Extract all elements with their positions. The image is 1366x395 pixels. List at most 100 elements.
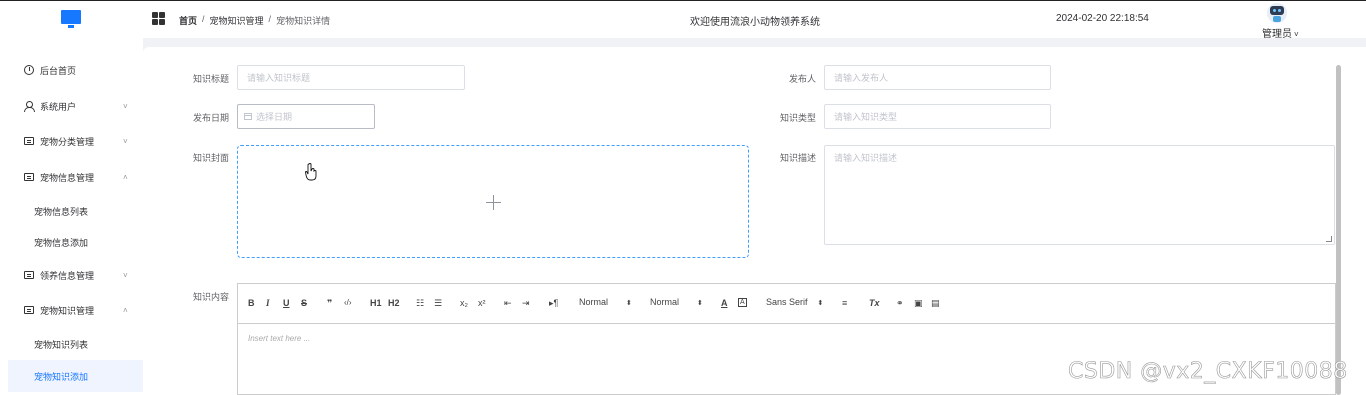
sidebar-item-label: 宠物信息管理 <box>40 172 95 183</box>
sidebar-item-label: 宠物信息列表 <box>34 206 89 217</box>
sidebar-item-label: 宠物知识列表 <box>34 339 89 350</box>
publisher-input[interactable]: 请输入发布人 <box>824 65 1051 90</box>
publisher-label: 发布人 <box>789 74 817 84</box>
size-picker[interactable]: Normal ⬍ <box>579 297 632 307</box>
user-icon <box>24 101 35 112</box>
type-placeholder: 请输入知识类型 <box>834 112 898 122</box>
sidebar-item-label: 宠物知识管理 <box>40 305 95 316</box>
video-icon[interactable]: ▤ <box>931 298 940 309</box>
card-icon <box>24 271 34 279</box>
scrollbar[interactable] <box>1336 65 1341 395</box>
desc-placeholder: 请输入知识描述 <box>834 153 898 163</box>
title-label: 知识标题 <box>193 74 230 84</box>
updown-caret-icon: ⬍ <box>697 300 703 307</box>
breadcrumb-home[interactable]: 首页 <box>179 14 197 27</box>
calendar-icon <box>244 113 252 120</box>
sidebar-item-pet-category[interactable]: 宠物分类管理 ˅ <box>0 129 143 153</box>
current-datetime: 2024-02-20 22:18:54 <box>1056 13 1149 24</box>
sidebar-item-label: 宠物知识添加 <box>34 371 89 382</box>
sidebar-item-label: 系统用户 <box>40 101 77 112</box>
underline-icon[interactable]: U <box>283 298 290 308</box>
image-icon[interactable]: ▣ <box>914 298 923 309</box>
menu-collapse-icon[interactable] <box>152 12 165 25</box>
type-label: 知识类型 <box>780 113 817 123</box>
bullet-list-icon[interactable]: ☰ <box>434 298 442 309</box>
subscript-button[interactable]: x₂ <box>460 298 468 308</box>
breadcrumb-current: 宠物知识详情 <box>276 16 331 26</box>
breadcrumb-separator: / <box>268 14 272 24</box>
card-icon <box>24 173 34 181</box>
updown-caret-icon: ⬍ <box>817 300 824 307</box>
sidebar-item-pet-info[interactable]: 宠物信息管理 ˄ <box>0 165 143 189</box>
sidebar-item-pet-info-list[interactable]: 宠物信息列表 <box>0 199 143 223</box>
chevron-down-icon: ˅ <box>123 270 128 280</box>
updown-caret-icon: ⬍ <box>626 300 632 307</box>
card-icon <box>24 306 34 314</box>
date-placeholder: 选择日期 <box>256 112 293 122</box>
plus-icon <box>486 195 501 210</box>
rtl-icon[interactable]: ▸¶ <box>549 298 558 309</box>
sidebar: 后台首页 系统用户 ˅ 宠物分类管理 ˅ 宠物信息管理 ˄ 宠物信息列表 宠物信… <box>0 38 143 395</box>
align-icon[interactable]: ≡ <box>842 298 847 308</box>
resize-handle-icon[interactable] <box>1326 236 1332 242</box>
h2-button[interactable]: H2 <box>388 298 400 308</box>
sidebar-item-system-users[interactable]: 系统用户 ˅ <box>0 94 143 118</box>
monitor-logo-icon <box>61 10 81 28</box>
welcome-text: 欢迎使用流浪小动物领养系统 <box>690 17 820 28</box>
sidebar-item-label: 后台首页 <box>40 65 77 76</box>
content-label: 知识内容 <box>193 292 230 302</box>
publisher-placeholder: 请输入发布人 <box>834 73 889 83</box>
user-name: 管理员 <box>1262 29 1292 40</box>
title-input[interactable]: 请输入知识标题 <box>237 65 465 90</box>
h1-button[interactable]: H1 <box>370 298 382 308</box>
clock-icon <box>24 65 34 75</box>
title-placeholder: 请输入知识标题 <box>247 73 311 83</box>
hand-cursor-icon <box>305 163 317 181</box>
chevron-up-icon: ˄ <box>123 172 128 182</box>
sidebar-item-pet-info-add[interactable]: 宠物信息添加 <box>0 230 143 254</box>
editor-placeholder[interactable]: Insert text here ... <box>248 334 310 343</box>
sidebar-item-label: 领养信息管理 <box>40 270 95 281</box>
desc-textarea[interactable]: 请输入知识描述 <box>824 145 1335 245</box>
card-icon <box>24 137 34 145</box>
top-bar: 首页 / 宠物知识管理 / 宠物知识详情 欢迎使用流浪小动物领养系统 2024-… <box>0 0 1366 40</box>
indent-icon[interactable]: ⇥ <box>522 298 530 309</box>
sidebar-item-pet-knowledge[interactable]: 宠物知识管理 ˄ <box>0 298 143 322</box>
cover-label: 知识封面 <box>193 153 230 163</box>
code-icon[interactable]: ‹/› <box>344 298 352 307</box>
sidebar-item-label: 宠物信息添加 <box>34 237 89 248</box>
link-icon[interactable]: ⚭ <box>896 298 904 309</box>
text-color-icon[interactable]: A <box>721 298 728 308</box>
quote-icon[interactable]: ❞ <box>327 298 332 309</box>
size-value: Normal <box>579 297 609 307</box>
desc-label: 知识描述 <box>780 153 817 163</box>
strike-icon[interactable]: S <box>301 298 307 308</box>
cover-upload[interactable] <box>237 145 749 258</box>
type-input[interactable]: 请输入知识类型 <box>824 104 1051 129</box>
avatar[interactable] <box>1267 3 1287 23</box>
ordered-list-icon[interactable]: ☷ <box>416 298 424 309</box>
chevron-down-icon: ˅ <box>123 101 128 111</box>
header-picker[interactable]: Normal ⬍ <box>650 297 703 307</box>
chevron-down-icon: ˅ <box>123 136 128 146</box>
chevron-down-icon: ˅ <box>1294 30 1299 39</box>
sidebar-item-adoption[interactable]: 领养信息管理 ˅ <box>0 263 143 287</box>
sidebar-item-knowledge-add[interactable]: 宠物知识添加 <box>8 360 143 392</box>
clear-format-icon[interactable]: Tx <box>869 298 880 308</box>
date-picker[interactable]: 选择日期 <box>237 104 375 129</box>
user-menu[interactable]: 管理员 ˅ <box>1262 25 1299 40</box>
breadcrumb-separator: / <box>202 14 205 24</box>
superscript-button[interactable]: x² <box>478 298 486 308</box>
font-picker[interactable]: Sans Serif ⬍ <box>766 297 823 307</box>
sidebar-item-dashboard[interactable]: 后台首页 <box>0 58 143 82</box>
italic-icon[interactable]: I <box>266 298 270 308</box>
watermark: CSDN @vx2_CXKF10088 <box>1068 359 1348 385</box>
header-value: Normal <box>650 297 680 307</box>
bold-icon[interactable]: B <box>248 298 255 308</box>
outdent-icon[interactable]: ⇤ <box>504 298 512 309</box>
sidebar-item-knowledge-list[interactable]: 宠物知识列表 <box>0 332 143 356</box>
breadcrumb-knowledge-manage[interactable]: 宠物知识管理 <box>210 14 264 27</box>
background-color-icon[interactable]: A <box>738 298 747 307</box>
chevron-up-icon: ˄ <box>123 305 128 315</box>
sidebar-item-label: 宠物分类管理 <box>40 136 95 147</box>
